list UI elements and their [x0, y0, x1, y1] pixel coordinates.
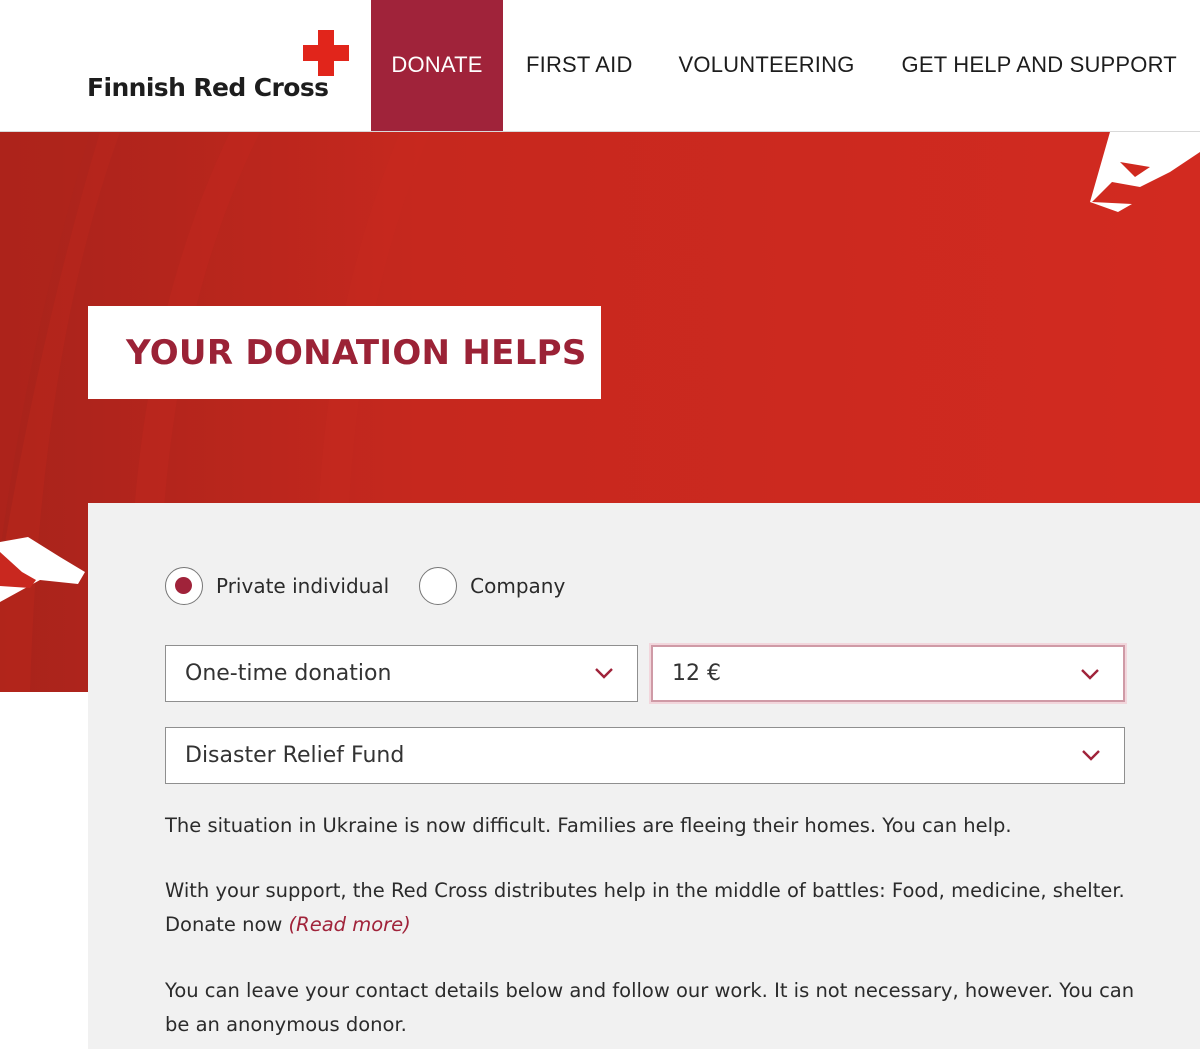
donor-type-radio-group: Private individual Company	[165, 567, 565, 605]
logo-text: Finnish Red Cross	[87, 73, 329, 102]
radio-checked-icon[interactable]	[165, 567, 203, 605]
chevron-down-icon	[595, 668, 613, 679]
select-value: Disaster Relief Fund	[185, 743, 405, 768]
nav-item-get-help[interactable]: GET HELP AND SUPPORT	[902, 0, 1177, 131]
radio-private-individual[interactable]: Private individual	[165, 567, 389, 605]
radio-label: Private individual	[216, 574, 390, 598]
site-header: Finnish Red Cross DONATE FIRST AID VOLUN…	[0, 0, 1200, 132]
page-title: YOUR DONATION HELPS	[126, 332, 587, 373]
chevron-down-icon	[1081, 669, 1099, 680]
red-cross-icon	[303, 30, 349, 76]
info-paragraph-2: With your support, the Red Cross distrib…	[165, 874, 1145, 942]
radio-company[interactable]: Company	[419, 567, 565, 605]
nav-item-donate[interactable]: DONATE	[371, 0, 503, 131]
hero-title-box: YOUR DONATION HELPS	[88, 306, 601, 399]
radio-unchecked-icon[interactable]	[419, 567, 458, 605]
select-value: 12 €	[672, 661, 721, 686]
donation-fund-select[interactable]: Disaster Relief Fund	[165, 727, 1125, 784]
donation-frequency-select[interactable]: One-time donation	[165, 645, 638, 702]
nav-item-volunteering[interactable]: VOLUNTEERING	[679, 0, 855, 131]
select-value: One-time donation	[185, 661, 392, 686]
read-more-link[interactable]: (Read more)	[289, 913, 411, 936]
chevron-down-icon	[1082, 750, 1100, 761]
nav-item-first-aid[interactable]: FIRST AID	[526, 0, 633, 131]
donation-amount-select[interactable]: 12 €	[651, 645, 1125, 702]
main-nav: DONATE FIRST AID VOLUNTEERING GET HELP A…	[371, 0, 1200, 131]
site-logo[interactable]: Finnish Red Cross	[86, 30, 356, 110]
info-paragraph-1: The situation in Ukraine is now difficul…	[165, 814, 1012, 837]
info-paragraph-3: You can leave your contact details below…	[165, 979, 1135, 1036]
donation-form: Private individual Company One-time dona…	[88, 503, 1200, 1049]
radio-label: Company	[470, 574, 566, 598]
